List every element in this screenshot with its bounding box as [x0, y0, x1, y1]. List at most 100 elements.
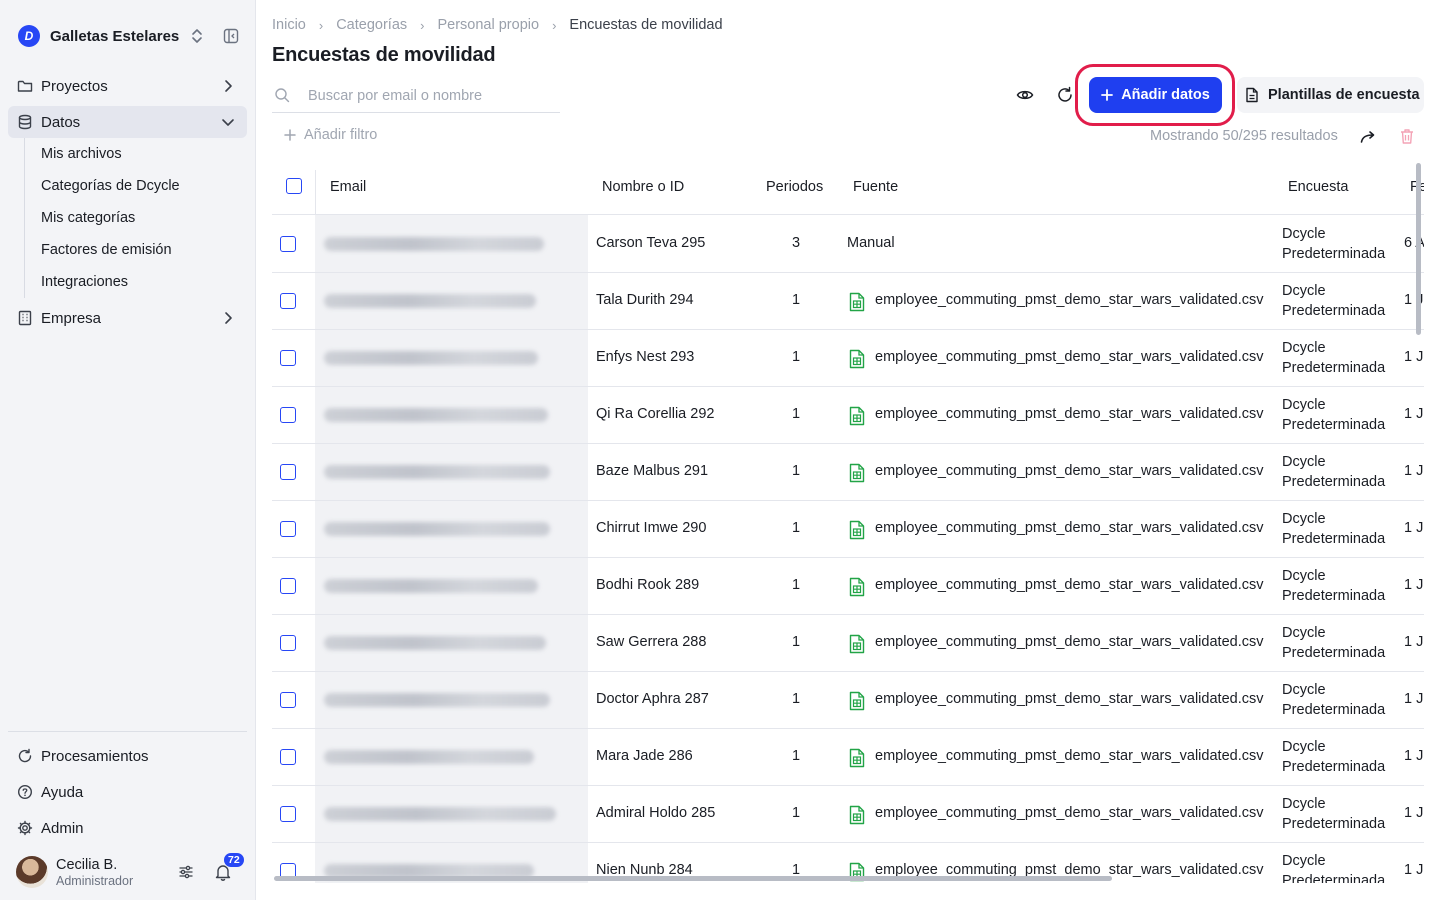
csv-file-icon [849, 805, 865, 825]
sliders-icon[interactable] [178, 864, 194, 880]
table-row[interactable]: Mara Jade 286 1 employee_commuting_pmst_de… [272, 729, 1424, 786]
row-checkbox[interactable] [280, 578, 296, 594]
row-checkbox[interactable] [280, 692, 296, 708]
column-header-survey[interactable]: Encuesta [1288, 179, 1348, 195]
source-cell[interactable]: employee_commuting_pmst_demo_star_wars_v… [875, 691, 1263, 707]
nav-item-ayuda[interactable]: Ayuda [8, 776, 247, 808]
survey-line: Predeterminada [1282, 246, 1386, 262]
row-checkbox[interactable] [280, 407, 296, 423]
survey-cell: Dcycle Predeterminada [1282, 680, 1385, 720]
source-cell[interactable]: employee_commuting_pmst_demo_star_wars_v… [875, 463, 1263, 479]
chevron-up-down-icon[interactable] [190, 27, 204, 45]
csv-file-icon [849, 577, 865, 597]
name-cell[interactable]: Enfys Nest 293 [596, 349, 694, 365]
survey-templates-button[interactable]: Plantillas de encuesta [1237, 77, 1424, 113]
table-row[interactable]: Qi Ra Corellia 292 1 employee_commuting_pm… [272, 387, 1424, 444]
nav-item-admin[interactable]: Admin [8, 812, 247, 844]
nav-item-empresa[interactable]: Empresa [8, 302, 247, 334]
table-row[interactable]: Bodhi Rook 289 1 employee_commuting_pmst_d… [272, 558, 1424, 615]
date-cell: 1 Ju [1404, 463, 1424, 479]
source-cell[interactable]: employee_commuting_pmst_demo_star_wars_v… [875, 748, 1263, 764]
subnav-categorias-dcycle[interactable]: Categorías de Dcycle [41, 174, 180, 198]
vertical-scrollbar[interactable] [1416, 163, 1421, 335]
name-cell[interactable]: Chirrut Imwe 290 [596, 520, 706, 536]
table-row[interactable]: Chirrut Imwe 290 1 employee_commuting_pmst… [272, 501, 1424, 558]
select-all-checkbox[interactable] [286, 178, 302, 194]
source-cell[interactable]: employee_commuting_pmst_demo_star_wars_v… [875, 349, 1263, 365]
source-cell[interactable]: employee_commuting_pmst_demo_star_wars_v… [875, 406, 1263, 422]
table-row[interactable]: Doctor Aphra 287 1 employee_commuting_pmst… [272, 672, 1424, 729]
survey-line: Dcycle [1282, 682, 1326, 698]
survey-line: Predeterminada [1282, 417, 1386, 433]
add-filter-button[interactable]: Añadir filtro [284, 127, 377, 143]
breadcrumb-categorias[interactable]: Categorías [336, 17, 407, 33]
periods-cell: 1 [791, 406, 801, 422]
table-row[interactable]: Saw Gerrera 288 1 employee_commuting_pmst_… [272, 615, 1424, 672]
breadcrumb-inicio[interactable]: Inicio [272, 17, 306, 33]
email-cell-redacted [324, 522, 550, 536]
org-logo: D [18, 25, 40, 47]
table-row[interactable]: Baze Malbus 291 1 employee_commuting_pmst_… [272, 444, 1424, 501]
table-row[interactable]: Carson Teva 295 3 Manual Dcycle Predetermina… [272, 216, 1424, 273]
chevron-down-icon [222, 119, 234, 126]
row-checkbox[interactable] [280, 749, 296, 765]
source-cell[interactable]: employee_commuting_pmst_demo_star_wars_v… [875, 292, 1263, 308]
sidebar-collapse-icon[interactable] [223, 28, 239, 44]
column-header-periods[interactable]: Periodos [766, 179, 823, 195]
name-cell[interactable]: Carson Teva 295 [596, 235, 705, 251]
name-cell[interactable]: Admiral Holdo 285 [596, 805, 715, 821]
plus-icon [284, 129, 296, 141]
user-profile[interactable]: Cecilia B. Administrador 72 [16, 852, 246, 890]
export-arrow-icon[interactable] [1360, 129, 1376, 145]
nav-item-datos[interactable]: Datos [8, 106, 247, 138]
org-switcher[interactable]: D Galletas Estelares [18, 24, 240, 48]
refresh-icon[interactable] [1056, 86, 1074, 104]
subnav-mis-archivos[interactable]: Mis archivos [41, 142, 122, 166]
column-header-source[interactable]: Fuente [853, 179, 898, 195]
results-count: Mostrando 50/295 resultados [1150, 128, 1338, 144]
breadcrumb-personal-propio[interactable]: Personal propio [437, 17, 539, 33]
source-cell[interactable]: employee_commuting_pmst_demo_star_wars_v… [875, 577, 1263, 593]
survey-cell: Dcycle Predeterminada [1282, 281, 1385, 321]
row-checkbox[interactable] [280, 350, 296, 366]
search-input[interactable] [308, 86, 556, 106]
row-checkbox[interactable] [280, 236, 296, 252]
periods-cell: 1 [791, 805, 801, 821]
survey-line: Dcycle [1282, 853, 1326, 869]
date-cell: 1 Ju [1404, 520, 1424, 536]
add-data-button[interactable]: Añadir datos [1089, 77, 1222, 113]
nav-item-procesamientos[interactable]: Procesamientos [8, 740, 247, 772]
name-cell[interactable]: Doctor Aphra 287 [596, 691, 709, 707]
source-cell[interactable]: employee_commuting_pmst_demo_star_wars_v… [875, 520, 1263, 536]
row-checkbox[interactable] [280, 464, 296, 480]
email-cell-redacted [324, 351, 538, 365]
subnav-mis-categorias[interactable]: Mis categorías [41, 206, 135, 230]
row-checkbox[interactable] [280, 635, 296, 651]
subnav-integraciones[interactable]: Integraciones [41, 270, 128, 294]
trash-icon[interactable] [1399, 128, 1415, 145]
table-row[interactable]: Admiral Holdo 285 1 employee_commuting_pms… [272, 786, 1424, 843]
column-header-email[interactable]: Email [330, 179, 366, 195]
name-cell[interactable]: Baze Malbus 291 [596, 463, 708, 479]
nav-item-proyectos[interactable]: Proyectos [8, 70, 247, 102]
name-cell[interactable]: Qi Ra Corellia 292 [596, 406, 714, 422]
name-cell[interactable]: Bodhi Rook 289 [596, 577, 699, 593]
source-cell[interactable]: employee_commuting_pmst_demo_star_wars_v… [875, 634, 1263, 650]
source-cell[interactable]: employee_commuting_pmst_demo_star_wars_v… [875, 805, 1263, 821]
survey-line: Predeterminada [1282, 816, 1386, 832]
periods-cell: 1 [791, 292, 801, 308]
row-checkbox[interactable] [280, 806, 296, 822]
eye-icon[interactable] [1016, 86, 1034, 104]
row-checkbox[interactable] [280, 521, 296, 537]
column-header-name[interactable]: Nombre o ID [602, 179, 684, 195]
document-icon [1246, 87, 1258, 103]
row-checkbox[interactable] [280, 293, 296, 309]
table-row[interactable]: Enfys Nest 293 1 employee_commuting_pmst_d… [272, 330, 1424, 387]
name-cell[interactable]: Saw Gerrera 288 [596, 634, 706, 650]
survey-line: Predeterminada [1282, 474, 1386, 490]
horizontal-scrollbar[interactable] [274, 876, 1112, 881]
table-row[interactable]: Tala Durith 294 1 employee_commuting_pmst_… [272, 273, 1424, 330]
name-cell[interactable]: Tala Durith 294 [596, 292, 694, 308]
name-cell[interactable]: Mara Jade 286 [596, 748, 693, 764]
subnav-factores-emision[interactable]: Factores de emisión [41, 238, 172, 262]
